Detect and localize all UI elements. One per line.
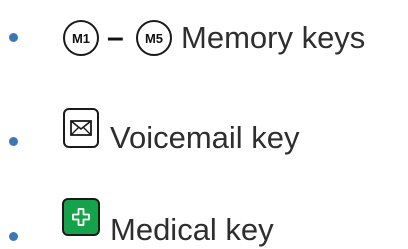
memory-keys-label: Memory keys [181, 20, 366, 55]
m1-key-icon: M1 [63, 20, 99, 56]
bullet [9, 33, 18, 42]
list-item-voicemail-key: Voicemail key [0, 108, 408, 155]
list-item-memory-keys: M1 – M5 Memory keys [0, 18, 408, 58]
bullet [9, 137, 18, 146]
voicemail-key-label: Voicemail key [110, 120, 300, 155]
range-separator: – [107, 21, 124, 54]
m5-key-icon: M5 [136, 20, 172, 56]
medical-cross-glyph [72, 208, 90, 226]
bullet [9, 232, 18, 241]
envelope-glyph [70, 120, 92, 136]
list-item-medical-key: Medical key [0, 198, 408, 247]
envelope-icon [63, 108, 99, 148]
medical-key-label: Medical key [110, 212, 274, 247]
medical-cross-icon [62, 198, 100, 236]
m1-key-label: M1 [71, 30, 91, 46]
m5-key-label: M5 [144, 30, 164, 46]
